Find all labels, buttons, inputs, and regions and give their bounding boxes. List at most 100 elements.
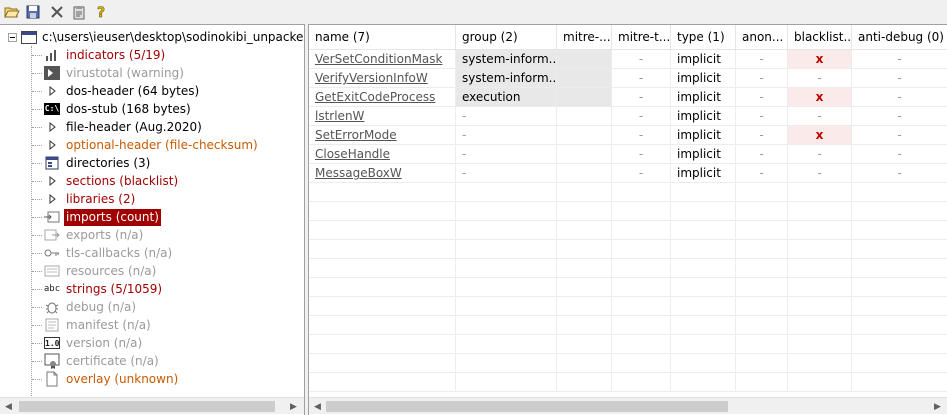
tree-item[interactable]: tls-callbacks (n/a)	[32, 244, 174, 262]
column-header[interactable]: group (2)	[456, 25, 557, 50]
cell-mitre-t: -	[612, 145, 671, 163]
imports-icon	[44, 209, 60, 225]
cell-type: implicit	[671, 50, 736, 68]
table-row[interactable]: VerSetConditionMask system-inform... - impl…	[309, 50, 947, 69]
tree-item[interactable]: directories (3)	[32, 154, 152, 172]
open-folder-icon[interactable]	[3, 3, 21, 21]
tree-item[interactable]: imports (count)	[32, 208, 161, 226]
empty-cell	[612, 297, 671, 315]
cell-name[interactable]: MessageBoxW	[309, 164, 456, 182]
cell-blacklist: -	[788, 164, 852, 182]
column-header[interactable]: anti-debug (0)	[852, 25, 947, 50]
tree-item[interactable]: dos-header (64 bytes)	[32, 82, 201, 100]
scroll-thumb[interactable]	[326, 401, 728, 412]
table-row[interactable]: SetErrorMode - - implicit - x -	[309, 126, 947, 145]
tree-root-label: c:\users\ieuser\desktop\sodinokibi_unpac…	[42, 30, 305, 44]
column-header[interactable]: type (1)	[671, 25, 736, 50]
scroll-left-arrow-icon[interactable]: ◀	[0, 398, 17, 415]
version-icon: 1.0	[44, 335, 60, 351]
scroll-right-arrow-icon[interactable]: ▶	[285, 398, 302, 415]
cell-mitre-t: -	[612, 126, 671, 144]
tree-item-label: directories (3)	[66, 155, 151, 170]
empty-cell	[309, 335, 456, 353]
empty-cell	[671, 240, 736, 258]
cell-mitre-a	[557, 126, 612, 144]
tree-item[interactable]: sections (blacklist)	[32, 172, 180, 190]
tree-item[interactable]: resources (n/a)	[32, 262, 158, 280]
tree-item[interactable]: debug (n/a)	[32, 298, 138, 316]
clipboard-icon[interactable]	[70, 3, 88, 21]
empty-cell	[852, 335, 947, 353]
empty-cell	[309, 202, 456, 220]
save-icon[interactable]	[24, 3, 42, 21]
tree-connector	[32, 144, 42, 146]
cell-mitre-t: -	[612, 164, 671, 182]
column-header[interactable]: blacklist...	[788, 25, 852, 50]
tree-item-label: libraries (2)	[66, 191, 136, 206]
cell-name[interactable]: VerSetConditionMask	[309, 50, 456, 68]
empty-cell	[852, 240, 947, 258]
empty-cell	[852, 373, 947, 391]
empty-cell	[557, 183, 612, 201]
table-row[interactable]: CloseHandle - - implicit - - -	[309, 145, 947, 164]
empty-cell	[557, 335, 612, 353]
empty-cell	[557, 221, 612, 239]
table-row	[309, 297, 947, 316]
help-icon[interactable]: ?	[93, 3, 111, 21]
tree-item[interactable]: libraries (2)	[32, 190, 137, 208]
empty-cell	[671, 354, 736, 372]
empty-cell	[456, 297, 557, 315]
table-row[interactable]: VerifyVersionInfoW system-inform... - impli…	[309, 69, 947, 88]
tree-item[interactable]: 1.0 version (n/a)	[32, 334, 144, 352]
file-icon	[21, 30, 37, 44]
empty-cell	[557, 316, 612, 334]
cell-group: -	[456, 145, 557, 163]
cell-anti-debug: -	[852, 107, 947, 125]
tree-item[interactable]: C:\ dos-stub (168 bytes)	[32, 100, 193, 118]
scroll-right-arrow-icon[interactable]: ▶	[929, 398, 946, 415]
tree-item[interactable]: overlay (unknown)	[32, 370, 180, 388]
cell-name[interactable]: CloseHandle	[309, 145, 456, 163]
cell-anti-debug: -	[852, 69, 947, 87]
tree-item[interactable]: virustotal (warning)	[32, 64, 186, 82]
cell-name[interactable]: GetExitCodeProcess	[309, 88, 456, 106]
tree-item[interactable]: exports (n/a)	[32, 226, 145, 244]
empty-cell	[736, 354, 788, 372]
cell-mitre-t: -	[612, 107, 671, 125]
tree-item[interactable]: file-header (Aug.2020)	[32, 118, 204, 136]
cell-name[interactable]: lstrlenW	[309, 107, 456, 125]
tree-root[interactable]: c:\users\ieuser\desktop\sodinokibi_unpac…	[8, 28, 305, 46]
table-row[interactable]: MessageBoxW - - implicit - - -	[309, 164, 947, 183]
tree-connector	[32, 306, 42, 308]
tree-item[interactable]: indicators (5/19)	[32, 46, 167, 64]
empty-cell	[309, 373, 456, 391]
certificate-icon	[44, 353, 60, 369]
cell-name[interactable]: SetErrorMode	[309, 126, 456, 144]
column-header[interactable]: name (7)	[309, 25, 456, 50]
cell-name[interactable]: VerifyVersionInfoW	[309, 69, 456, 87]
table-row[interactable]: GetExitCodeProcess execution - implicit - x -	[309, 88, 947, 107]
column-header[interactable]: anon...	[736, 25, 788, 50]
scroll-left-arrow-icon[interactable]: ◀	[309, 398, 326, 415]
table-horizontal-scrollbar[interactable]: ◀ ▶	[309, 397, 947, 414]
tree-item[interactable]: certificate (n/a)	[32, 352, 161, 370]
column-header[interactable]: mitre-...	[557, 25, 612, 50]
empty-cell	[456, 278, 557, 296]
table-row[interactable]: lstrlenW - - implicit - - -	[309, 107, 947, 126]
tree-horizontal-scrollbar[interactable]: ◀ ▶	[0, 397, 304, 414]
tree-item-label: dos-stub (168 bytes)	[66, 101, 191, 116]
tree-item[interactable]: manifest (n/a)	[32, 316, 153, 334]
arrow-icon	[44, 83, 60, 99]
empty-cell	[788, 259, 852, 277]
tree-item[interactable]: optional-header (file-checksum)	[32, 136, 260, 154]
tree-item-label: imports (count)	[64, 208, 161, 226]
scroll-thumb[interactable]	[19, 401, 275, 412]
cell-anti-debug: -	[852, 88, 947, 106]
collapse-toggle-icon[interactable]	[8, 32, 17, 42]
cell-anti-debug: -	[852, 126, 947, 144]
console-icon: C:\	[44, 101, 60, 117]
column-header[interactable]: mitre-t...	[612, 25, 671, 50]
tree-item[interactable]: abc strings (5/1059)	[32, 280, 164, 298]
cell-anti-debug: -	[852, 50, 947, 68]
close-x-icon[interactable]	[48, 3, 66, 21]
